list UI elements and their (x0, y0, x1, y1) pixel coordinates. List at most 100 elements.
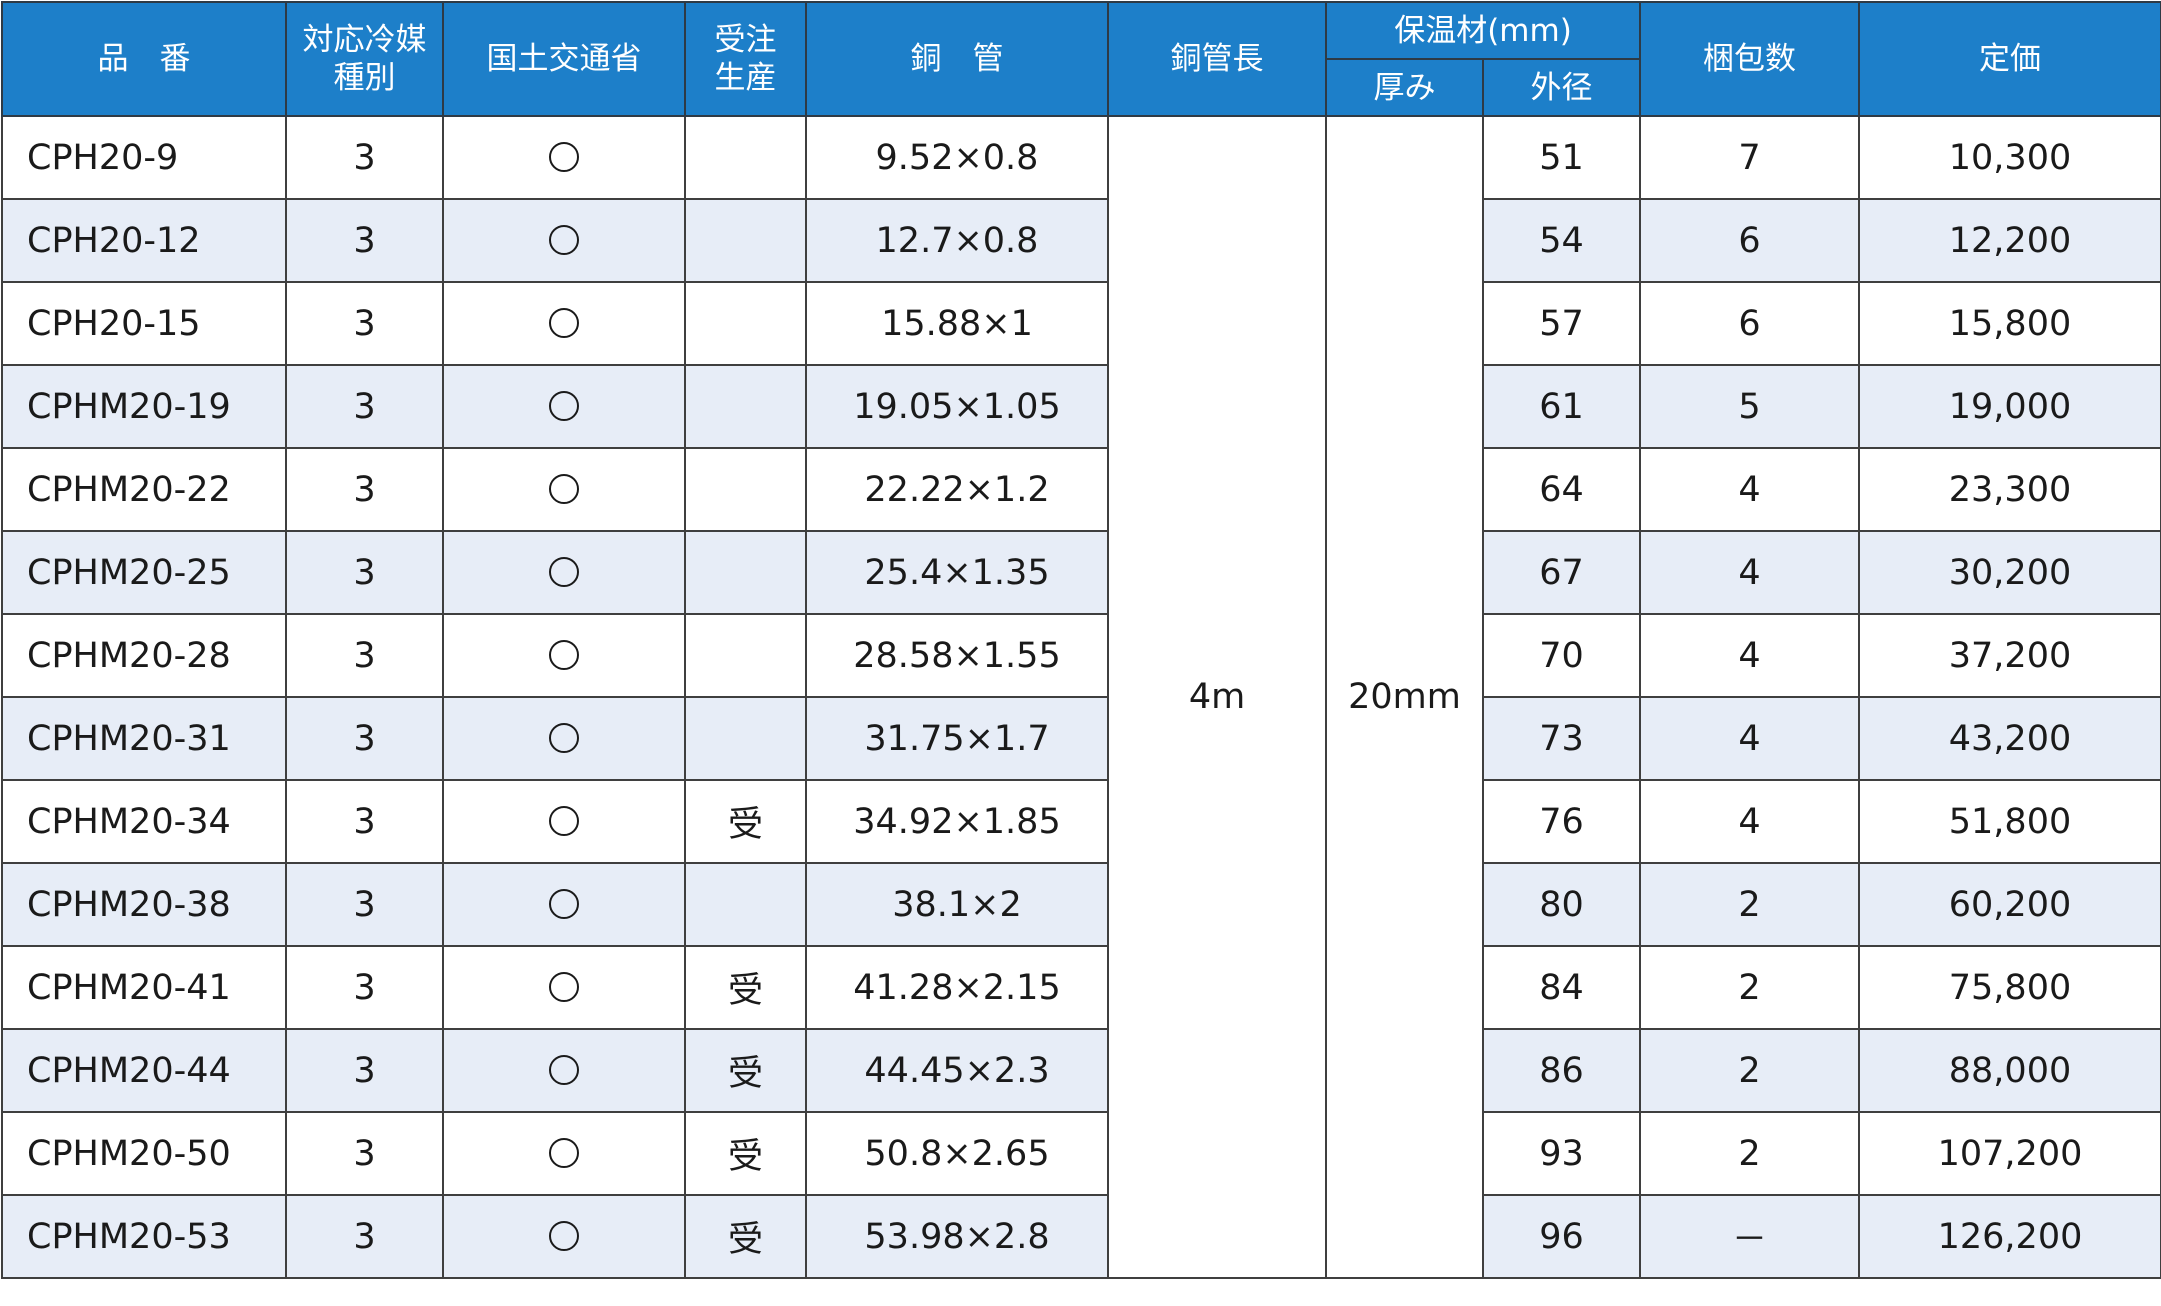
pack-count-cell: 2 (1639, 945, 1860, 1030)
made-to-order-cell: 受 (684, 1028, 807, 1113)
circle-mark-icon (549, 639, 579, 670)
made-to-order-cell: 受 (684, 1194, 807, 1279)
price-cell: 51,800 (1858, 779, 2161, 864)
circle-mark-icon (549, 473, 579, 504)
pack-count-cell: 5 (1639, 364, 1860, 449)
price-cell: 107,200 (1858, 1111, 2161, 1196)
pack-count-cell: 4 (1639, 530, 1860, 615)
pack-count-cell: 2 (1639, 1028, 1860, 1113)
refrigerant-type-cell: 3 (285, 198, 444, 283)
table-row: CPHM20-31 3 31.75×1.7 73 4 43,200 (1, 696, 2161, 781)
table-row: CPHM20-19 3 19.05×1.05 61 5 19,000 (1, 364, 2161, 449)
price-cell: 126,200 (1858, 1194, 2161, 1279)
circle-mark-icon (549, 1054, 579, 1085)
price-cell: 88,000 (1858, 1028, 2161, 1113)
header-pipe-length: 銅管長 (1107, 1, 1327, 117)
pack-count-cell: 4 (1639, 696, 1860, 781)
circle-mark-icon (549, 722, 579, 753)
header-order-line1: 受注 (714, 22, 777, 58)
refrigerant-type-cell: 3 (285, 281, 444, 366)
mlit-cell (442, 1111, 686, 1196)
outer-diameter-cell: 73 (1482, 696, 1641, 781)
pipe-length-cell: 4m (1107, 115, 1327, 1279)
header-code: 品 番 (1, 1, 287, 117)
pack-count-cell: 4 (1639, 613, 1860, 698)
table-row: CPH20-15 3 15.88×1 57 6 15,800 (1, 281, 2161, 366)
circle-mark-icon (549, 1137, 579, 1168)
product-code-cell: CPHM20-22 (1, 447, 287, 532)
refrigerant-type-cell: 3 (285, 613, 444, 698)
product-code-cell: CPHM20-44 (1, 1028, 287, 1113)
table-row: CPHM20-44 3 受 44.45×2.3 86 2 88,000 (1, 1028, 2161, 1113)
header-pack-count: 梱包数 (1639, 1, 1860, 117)
mlit-cell (442, 613, 686, 698)
made-to-order-cell (684, 198, 807, 283)
table-header: 品 番 対応冷媒 種別 国土交通省 受注 生産 銅 管 銅管長 保温材(mm) … (1, 1, 2161, 117)
circle-mark-icon (549, 390, 579, 421)
table-row: CPHM20-50 3 受 50.8×2.65 93 2 107,200 (1, 1111, 2161, 1196)
circle-mark-icon (549, 224, 579, 255)
header-mlit: 国土交通省 (442, 1, 686, 117)
product-code-cell: CPHM20-53 (1, 1194, 287, 1279)
refrigerant-type-cell: 3 (285, 530, 444, 615)
mlit-cell (442, 862, 686, 947)
mlit-cell (442, 1194, 686, 1279)
pack-count-cell: 4 (1639, 447, 1860, 532)
made-to-order-cell (684, 447, 807, 532)
copper-pipe-size-cell: 50.8×2.65 (805, 1111, 1109, 1196)
price-cell: 75,800 (1858, 945, 2161, 1030)
outer-diameter-cell: 51 (1482, 115, 1641, 200)
refrigerant-type-cell: 3 (285, 447, 444, 532)
refrigerant-type-cell: 3 (285, 862, 444, 947)
price-cell: 30,200 (1858, 530, 2161, 615)
mlit-cell (442, 115, 686, 200)
header-refrigerant: 対応冷媒 種別 (285, 1, 444, 117)
made-to-order-cell (684, 115, 807, 200)
copper-pipe-size-cell: 34.92×1.85 (805, 779, 1109, 864)
header-price: 定価 (1858, 1, 2161, 117)
table-row: CPHM20-53 3 受 53.98×2.8 96 － 126,200 (1, 1194, 2161, 1279)
pack-count-cell: 2 (1639, 862, 1860, 947)
outer-diameter-cell: 70 (1482, 613, 1641, 698)
price-cell: 43,200 (1858, 696, 2161, 781)
outer-diameter-cell: 84 (1482, 945, 1641, 1030)
price-cell: 10,300 (1858, 115, 2161, 200)
outer-diameter-cell: 67 (1482, 530, 1641, 615)
mlit-cell (442, 1028, 686, 1113)
table-row: CPH20-12 3 12.7×0.8 54 6 12,200 (1, 198, 2161, 283)
copper-pipe-size-cell: 15.88×1 (805, 281, 1109, 366)
product-code-cell: CPH20-12 (1, 198, 287, 283)
mlit-cell (442, 530, 686, 615)
price-cell: 37,200 (1858, 613, 2161, 698)
price-cell: 12,200 (1858, 198, 2161, 283)
mlit-cell (442, 281, 686, 366)
copper-pipe-size-cell: 41.28×2.15 (805, 945, 1109, 1030)
circle-mark-icon (549, 141, 579, 172)
circle-mark-icon (549, 888, 579, 919)
circle-mark-icon (549, 1220, 579, 1251)
table-row: CPHM20-28 3 28.58×1.55 70 4 37,200 (1, 613, 2161, 698)
header-refrigerant-line2: 種別 (333, 60, 396, 96)
product-code-cell: CPHM20-31 (1, 696, 287, 781)
copper-pipe-size-cell: 53.98×2.8 (805, 1194, 1109, 1279)
made-to-order-cell (684, 530, 807, 615)
header-order-line2: 生産 (714, 60, 777, 96)
mlit-cell (442, 364, 686, 449)
outer-diameter-cell: 76 (1482, 779, 1641, 864)
pack-count-cell: 6 (1639, 281, 1860, 366)
pack-count-cell: 6 (1639, 198, 1860, 283)
product-code-cell: CPH20-15 (1, 281, 287, 366)
header-copper-pipe: 銅 管 (805, 1, 1109, 117)
header-refrigerant-line1: 対応冷媒 (302, 22, 427, 58)
made-to-order-cell (684, 613, 807, 698)
price-cell: 15,800 (1858, 281, 2161, 366)
product-code-cell: CPH20-9 (1, 115, 287, 200)
copper-pipe-size-cell: 28.58×1.55 (805, 613, 1109, 698)
mlit-cell (442, 779, 686, 864)
copper-pipe-size-cell: 38.1×2 (805, 862, 1109, 947)
refrigerant-type-cell: 3 (285, 1111, 444, 1196)
price-cell: 19,000 (1858, 364, 2161, 449)
circle-mark-icon (549, 971, 579, 1002)
copper-pipe-size-cell: 9.52×0.8 (805, 115, 1109, 200)
made-to-order-cell (684, 364, 807, 449)
